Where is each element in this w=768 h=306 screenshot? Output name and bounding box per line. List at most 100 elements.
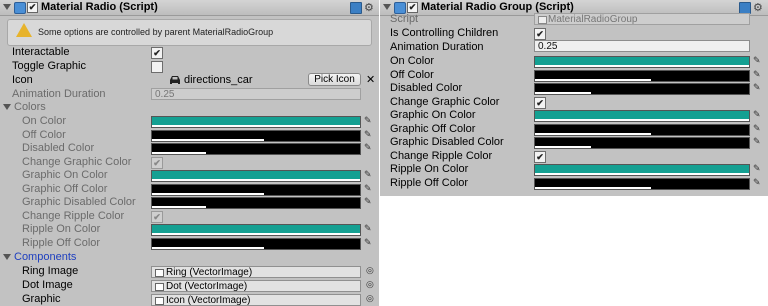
eyedropper-icon[interactable]: ✎ [753, 109, 761, 120]
ripple-off-color-label: Ripple Off Color [22, 236, 101, 249]
script-field[interactable]: MaterialRadioGroup [534, 13, 750, 25]
eyedropper-icon[interactable]: ✎ [753, 163, 761, 174]
graphic-disabled-color-field[interactable] [534, 137, 750, 149]
alpha-bar [535, 186, 651, 189]
change-ripple-color-label: Change Ripple Color [390, 150, 493, 162]
off-color-field[interactable] [534, 69, 750, 82]
script-file-icon [538, 16, 547, 24]
toggle-graphic-checkbox[interactable] [151, 61, 163, 73]
gear-icon[interactable]: ⚙ [364, 1, 374, 14]
graphic-field[interactable]: Icon (VectorImage) [151, 294, 361, 306]
ring-image-field[interactable]: Ring (VectorImage) [151, 266, 361, 278]
color-swatch [152, 184, 360, 193]
on-color-label: On Color [390, 55, 435, 67]
vector-image-icon [155, 269, 164, 277]
eyedropper-icon[interactable]: ✎ [753, 177, 761, 188]
enabled-checkbox[interactable]: ✔ [407, 2, 418, 13]
object-picker-icon[interactable]: ◎ [366, 293, 374, 304]
graphic-on-color-label: Graphic On Color [390, 109, 476, 121]
color-swatch [535, 84, 749, 92]
eyedropper-icon[interactable]: ✎ [364, 196, 372, 207]
alpha-bar [535, 173, 749, 175]
colors-section[interactable]: Colors [3, 101, 46, 114]
enabled-checkbox[interactable]: ✔ [27, 2, 38, 13]
eyedropper-icon[interactable]: ✎ [753, 55, 761, 66]
disabled-color-label: Disabled Color [390, 82, 463, 94]
object-picker-icon[interactable]: ◎ [366, 265, 374, 276]
vector-image-icon [155, 297, 164, 305]
foldout-arrow-icon [3, 254, 11, 261]
change-graphic-color-checkbox[interactable]: ✔ [151, 157, 163, 169]
change-graphic-color-checkbox[interactable]: ✔ [534, 97, 546, 109]
on-color-label: On Color [22, 115, 67, 127]
alpha-bar [535, 65, 749, 67]
graphic-disabled-color-field[interactable] [151, 197, 361, 209]
foldout-arrow-icon[interactable] [3, 4, 11, 10]
graphic-off-color-label: Graphic Off Color [22, 182, 108, 195]
icon-label: Icon [12, 74, 33, 86]
ripple-off-color-field[interactable] [151, 237, 361, 250]
eyedropper-icon[interactable]: ✎ [364, 223, 372, 234]
warning-box: Some options are controlled by parent Ma… [7, 19, 372, 46]
colors-section-label: Colors [14, 101, 46, 113]
ring-image-label: Ring Image [22, 265, 79, 277]
animation-duration-field[interactable]: 0.25 [534, 40, 750, 52]
eyedropper-icon[interactable]: ✎ [753, 69, 761, 80]
eyedropper-icon[interactable]: ✎ [364, 129, 372, 140]
eyedropper-icon[interactable]: ✎ [364, 237, 372, 248]
graphic-disabled-color-label: Graphic Disabled Color [22, 196, 136, 208]
color-swatch [152, 198, 360, 206]
eyedropper-icon[interactable]: ✎ [753, 136, 761, 147]
component-title: Material Radio Group (Script) [421, 1, 574, 13]
alpha-bar [152, 192, 265, 195]
dot-image-label: Dot Image [22, 279, 73, 291]
graphic-off-color-field[interactable] [534, 123, 750, 136]
change-graphic-color-label: Change Graphic Color [390, 96, 500, 108]
color-swatch [535, 138, 749, 146]
pick-icon-button[interactable]: Pick Icon [308, 73, 361, 86]
object-picker-icon[interactable]: ◎ [366, 279, 374, 290]
interactable-checkbox[interactable]: ✔ [151, 47, 163, 59]
graphic-on-color-field[interactable] [151, 170, 361, 182]
material-radio-panel: ✔ Material Radio (Script) ⚙ Some options… [0, 0, 379, 306]
alpha-bar [152, 125, 360, 127]
graphic-on-color-label: Graphic On Color [22, 169, 108, 181]
on-color-field[interactable] [151, 116, 361, 128]
change-ripple-color-checkbox[interactable]: ✔ [534, 151, 546, 163]
clear-icon-button[interactable]: ✕ [366, 74, 375, 87]
color-swatch [152, 171, 360, 179]
ripple-on-color-field[interactable] [151, 224, 361, 236]
eyedropper-icon[interactable]: ✎ [753, 123, 761, 134]
alpha-bar [152, 138, 265, 141]
script-field-value: MaterialRadioGroup [548, 14, 638, 25]
graphic-off-color-field[interactable] [151, 183, 361, 196]
animation-duration-field[interactable]: 0.25 [151, 88, 361, 100]
eyedropper-icon[interactable]: ✎ [753, 82, 761, 93]
off-color-field[interactable] [151, 129, 361, 142]
eyedropper-icon[interactable]: ✎ [364, 115, 372, 126]
alpha-bar [152, 179, 360, 181]
foldout-arrow-icon[interactable] [383, 4, 391, 10]
ripple-on-color-field[interactable] [534, 164, 750, 176]
components-section[interactable]: Components [3, 251, 76, 264]
gear-icon[interactable]: ⚙ [753, 1, 763, 14]
book-icon[interactable] [350, 2, 362, 14]
color-swatch [535, 111, 749, 119]
warning-message: Some options are controlled by parent Ma… [38, 27, 274, 37]
alpha-bar [535, 119, 749, 121]
eyedropper-icon[interactable]: ✎ [364, 169, 372, 180]
component-header[interactable]: ✔ Material Radio (Script) ⚙ [0, 0, 379, 16]
off-color-label: Off Color [22, 128, 66, 141]
is-controlling-children-checkbox[interactable]: ✔ [534, 28, 546, 40]
dot-image-field[interactable]: Dot (VectorImage) [151, 280, 361, 292]
ripple-on-color-label: Ripple On Color [22, 223, 101, 235]
ripple-off-color-field[interactable] [534, 177, 750, 190]
disabled-color-field[interactable] [534, 83, 750, 95]
disabled-color-field[interactable] [151, 143, 361, 155]
eyedropper-icon[interactable]: ✎ [364, 183, 372, 194]
on-color-field[interactable] [534, 56, 750, 68]
change-ripple-color-checkbox[interactable]: ✔ [151, 211, 163, 223]
foldout-arrow-icon [3, 104, 11, 111]
eyedropper-icon[interactable]: ✎ [364, 142, 372, 153]
graphic-on-color-field[interactable] [534, 110, 750, 122]
